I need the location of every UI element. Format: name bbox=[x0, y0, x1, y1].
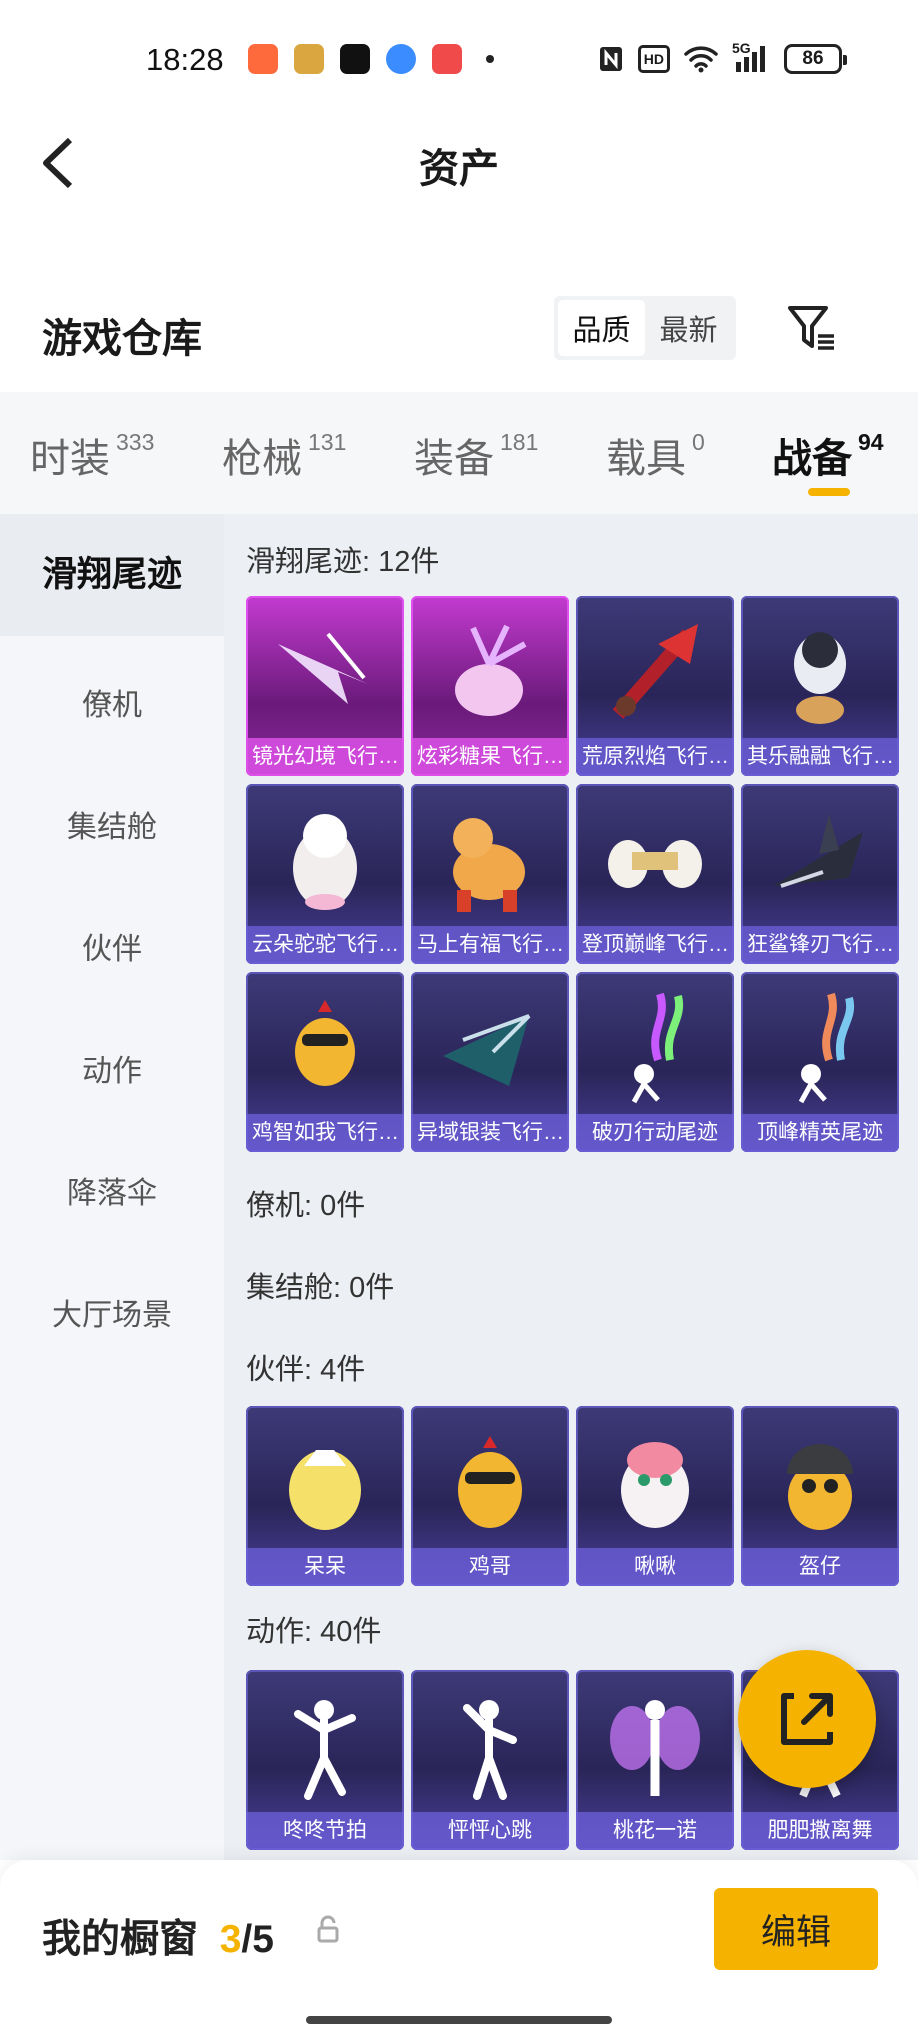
nfc-icon bbox=[599, 47, 622, 71]
peace-elite-app-icon bbox=[294, 44, 324, 74]
sidebar-item-assembly-pod[interactable]: 集结舱 bbox=[0, 802, 224, 846]
tab-vehicles[interactable]: 载具 0 bbox=[606, 426, 705, 484]
dance-pose-art bbox=[294, 1700, 356, 1800]
item-card[interactable]: 登顶巅峰飞行… bbox=[576, 784, 734, 964]
section-title-partner: 伙伴: 4件 bbox=[246, 1354, 366, 1386]
item-card[interactable]: 荒原烈焰飞行… bbox=[576, 596, 734, 776]
item-card[interactable]: 镜光幻境飞行… bbox=[246, 596, 404, 776]
item-card[interactable]: 破刃行动尾迹 bbox=[576, 972, 734, 1152]
candy-glide-art bbox=[455, 624, 527, 716]
tab-combat-gear[interactable]: 战备 94 bbox=[772, 426, 884, 484]
silver-glide-art bbox=[443, 1014, 531, 1086]
browser-app-icon bbox=[386, 44, 416, 74]
item-card[interactable]: 炫彩糖果飞行… bbox=[411, 596, 569, 776]
filter-icon[interactable] bbox=[786, 302, 838, 354]
sidebar-item-wingman[interactable]: 僚机 bbox=[0, 680, 224, 724]
flame-glide-art bbox=[612, 624, 698, 719]
share-button[interactable] bbox=[738, 1650, 876, 1788]
signal-icon: 5G bbox=[732, 40, 770, 74]
showcase-label: 我的橱窗 3/5 bbox=[42, 1918, 274, 1961]
item-card[interactable]: 怦怦心跳 bbox=[411, 1670, 569, 1850]
tiktok-app-icon bbox=[340, 44, 370, 74]
horse-glide-art bbox=[453, 818, 525, 912]
showcase-count-total: 5 bbox=[252, 1918, 274, 1961]
status-app-icons bbox=[248, 44, 494, 74]
section-title-assembly-pod: 集结舱: 0件 bbox=[246, 1272, 395, 1304]
sidebar-item-parachute[interactable]: 降落伞 bbox=[0, 1168, 224, 1212]
wifi-icon bbox=[684, 46, 718, 73]
section-title-wingman: 僚机: 0件 bbox=[246, 1190, 366, 1222]
item-card[interactable]: 啾啾 bbox=[576, 1406, 734, 1586]
more-notifications-dot bbox=[486, 55, 494, 63]
item-card[interactable]: 顶峰精英尾迹 bbox=[741, 972, 899, 1152]
status-time: 18:28 bbox=[146, 42, 224, 77]
tab-fashion[interactable]: 时装 333 bbox=[30, 426, 154, 484]
item-card[interactable]: 异域银装飞行… bbox=[411, 972, 569, 1152]
section-title-action: 动作: 40件 bbox=[246, 1616, 382, 1648]
share-icon bbox=[781, 1693, 833, 1745]
sort-by-newest[interactable]: 最新 bbox=[645, 300, 732, 356]
video-app-icon bbox=[432, 44, 462, 74]
bottom-bar: 我的橱窗 3/5 编辑 bbox=[0, 1860, 918, 2040]
active-tab-indicator bbox=[808, 488, 850, 496]
home-indicator[interactable] bbox=[306, 2016, 612, 2024]
glide-wing-art bbox=[278, 632, 368, 704]
item-card[interactable]: 鸡哥 bbox=[411, 1406, 569, 1586]
lock-icon bbox=[317, 1915, 339, 1943]
jiujiu-partner-art bbox=[621, 1442, 689, 1528]
alpaca-glide-art bbox=[293, 814, 357, 910]
item-card[interactable]: 其乐融融飞行… bbox=[741, 596, 899, 776]
category-tabs: 时装 333 枪械 131 装备 181 载具 0 战备 94 bbox=[0, 392, 918, 514]
item-card[interactable]: 呆呆 bbox=[246, 1406, 404, 1586]
hd-voice-icon: HD bbox=[637, 45, 670, 73]
status-bar: 18:28 HD 5G 86 bbox=[0, 0, 918, 120]
battery-indicator: 86 bbox=[784, 44, 847, 74]
penguin-glide-art bbox=[794, 632, 846, 724]
warehouse-title: 游戏仓库 bbox=[42, 317, 202, 361]
showcase-count-current: 3 bbox=[219, 1918, 242, 1961]
item-card[interactable]: 狂鲨锋刃飞行… bbox=[741, 784, 899, 964]
sidebar-item-lobby-scene[interactable]: 大厅场景 bbox=[0, 1290, 224, 1334]
butterfly-pose-art bbox=[610, 1700, 700, 1796]
sidebar-item-glide-trail[interactable]: 滑翔尾迹 bbox=[0, 514, 224, 636]
sidebar: 滑翔尾迹 僚机 集结舱 伙伴 动作 降落伞 大厅场景 bbox=[0, 514, 224, 1860]
tab-equipment[interactable]: 装备 181 bbox=[414, 426, 538, 484]
item-card[interactable]: 咚咚节拍 bbox=[246, 1670, 404, 1850]
sidebar-item-action[interactable]: 动作 bbox=[0, 1046, 224, 1090]
dance-pose-art bbox=[463, 1700, 517, 1800]
status-indicators: HD 5G 86 bbox=[598, 40, 847, 74]
page-title: 资产 bbox=[419, 147, 499, 191]
edit-button[interactable]: 编辑 bbox=[714, 1888, 878, 1970]
item-card[interactable]: 桃花一诺 bbox=[576, 1670, 734, 1850]
item-card[interactable]: 云朵驼驼飞行… bbox=[246, 784, 404, 964]
shark-glide-art bbox=[773, 814, 863, 888]
tab-firearms[interactable]: 枪械 131 bbox=[222, 426, 346, 484]
item-card[interactable]: 鸡智如我飞行… bbox=[246, 972, 404, 1152]
sort-by-quality[interactable]: 品质 bbox=[558, 300, 645, 356]
elite-trail-art bbox=[798, 992, 855, 1104]
chicken-glide-art bbox=[295, 1000, 355, 1086]
section-title-glide: 滑翔尾迹: 12件 bbox=[246, 546, 440, 578]
daidai-partner-art bbox=[289, 1450, 361, 1530]
kuizai-partner-art bbox=[787, 1444, 853, 1530]
jige-partner-art bbox=[458, 1436, 522, 1528]
sidebar-item-partner[interactable]: 伙伴 bbox=[0, 924, 224, 968]
summit-glide-art bbox=[608, 840, 702, 888]
sort-toggle: 品质 最新 bbox=[554, 296, 736, 360]
item-card[interactable]: 马上有福飞行… bbox=[411, 784, 569, 964]
rainbow-trail-art bbox=[631, 992, 684, 1104]
item-card[interactable]: 盔仔 bbox=[741, 1406, 899, 1586]
game-app-icon bbox=[248, 44, 278, 74]
